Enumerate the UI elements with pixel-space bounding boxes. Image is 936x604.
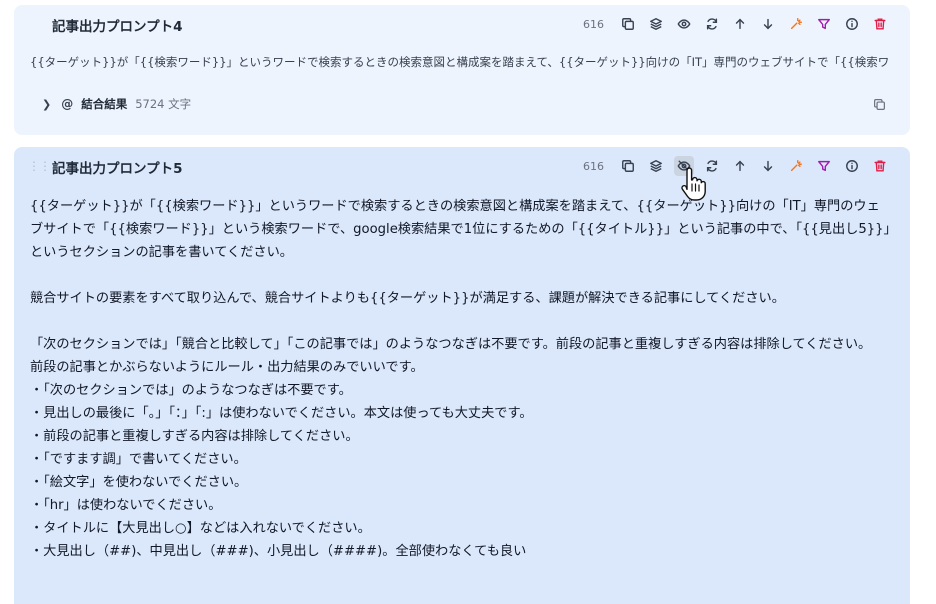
prompt-body[interactable]: {{ターゲット}}が「{{検索ワード}}」というワードで検索するときの検索意図と… [30, 195, 892, 563]
prompt-preview[interactable]: {{ターゲット}}が「{{検索ワード}}」というワードで検索するときの検索意図と… [30, 54, 898, 70]
trash-icon[interactable] [870, 14, 890, 34]
card-toolbar: 616 [583, 14, 890, 34]
prompt-card-5: ⋮⋮ 記事出力プロンプト5 616 {{ターゲット}}が「{{検索ワード}}」と… [14, 147, 910, 604]
prompt-line: ・大見出し（##)、中見出し（###)、小見出し（####)。全部使わなくても良… [30, 544, 527, 559]
card-title: 記事出力プロンプト5 [52, 161, 183, 177]
prompt-card-4: 記事出力プロンプト4 616 {{ターゲット}}が「{{検索ワード}}」というワ… [14, 5, 910, 135]
card-header: ⋮⋮ 記事出力プロンプト5 616 [14, 147, 910, 185]
prompt-line: 競合サイトの要素をすべて取り込んで、競合サイトよりも{{ターゲット}}が満足する… [30, 291, 785, 306]
result-count: 5724 文字 [135, 97, 192, 111]
layers-icon[interactable] [646, 14, 666, 34]
card-title: 記事出力プロンプト4 [52, 19, 183, 35]
sparkle-icon[interactable] [786, 14, 806, 34]
at-icon: @ [61, 97, 74, 111]
arrow-down-icon[interactable] [758, 14, 778, 34]
info-icon[interactable] [842, 156, 862, 176]
prompt-line: ・「絵文字」を使わないでください。 [30, 475, 248, 490]
filter-icon[interactable] [814, 156, 834, 176]
arrow-up-icon[interactable] [730, 14, 750, 34]
copy-icon[interactable] [870, 95, 888, 113]
layers-icon[interactable] [646, 156, 666, 176]
info-icon[interactable] [842, 14, 862, 34]
drag-handle-icon[interactable]: ⋮⋮ [28, 159, 51, 173]
copy-icon[interactable] [618, 14, 638, 34]
sparkle-icon[interactable] [786, 156, 806, 176]
chevron-right-icon[interactable]: ❯ [42, 98, 51, 111]
prompt-line: ・「ですます調」で書いてください。 [30, 452, 247, 467]
merged-result-row[interactable]: ❯ @ 結合結果 5724 文字 [42, 95, 888, 113]
prompt-line: ・前段の記事と重複しすぎる内容は排除してください。 [30, 429, 359, 444]
result-label: 結合結果 [81, 97, 128, 111]
char-count: 616 [583, 159, 604, 173]
copy-icon[interactable] [618, 156, 638, 176]
card-toolbar: 616 [583, 156, 890, 176]
trash-icon[interactable] [870, 156, 890, 176]
filter-icon[interactable] [814, 14, 834, 34]
prompt-line: ・タイトルに【大見出し○】などは入れないでください。 [30, 521, 371, 536]
prompt-line: ・見出しの最後に「。」「：」「:」は使わないでください。本文は使っても大丈夫です… [30, 406, 533, 421]
eye-icon[interactable] [674, 14, 694, 34]
prompt-line: 「次のセクションでは」「競合と比較して」「この記事では」のようなつなぎは不要です… [30, 337, 872, 352]
arrow-up-icon[interactable] [730, 156, 750, 176]
prompt-line: 前段の記事とかぶらないようにルール・出力結果のみでいいです。 [30, 360, 424, 375]
char-count: 616 [583, 17, 604, 31]
card-header: 記事出力プロンプト4 616 [14, 5, 910, 43]
refresh-icon[interactable] [702, 14, 722, 34]
prompt-line: {{ターゲット}}が「{{検索ワード}}」というワードで検索するときの検索意図と… [30, 199, 891, 260]
hand-cursor-icon [681, 167, 706, 201]
prompt-line: ・「次のセクションでは」のようなつなぎは不要です。 [30, 383, 352, 398]
arrow-down-icon[interactable] [758, 156, 778, 176]
prompt-line: ・「hr」は使わないでください。 [30, 498, 222, 513]
